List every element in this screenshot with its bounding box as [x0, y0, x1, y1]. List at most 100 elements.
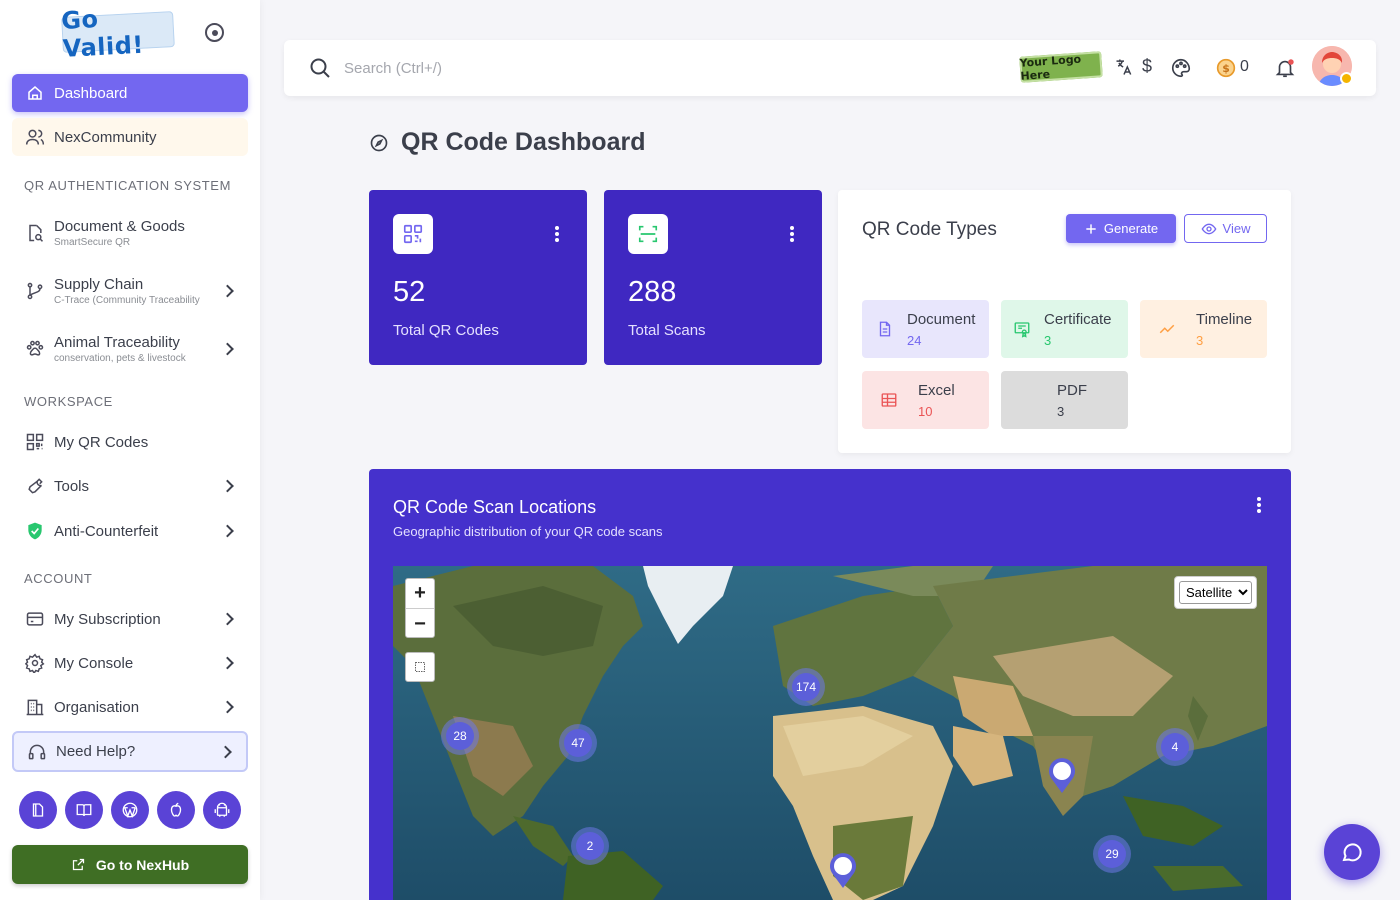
- chevron-right-icon: [221, 612, 234, 626]
- map-cluster[interactable]: 29: [1093, 835, 1131, 873]
- sidebar-item-label: Document & Goods: [54, 218, 185, 235]
- map-cluster[interactable]: 47: [559, 724, 597, 762]
- gear-icon: [24, 652, 46, 674]
- type-tile-document[interactable]: Document 24: [862, 300, 989, 358]
- sidebar-item-label: Anti-Counterfeit: [54, 522, 159, 540]
- map-subtitle: Geographic distribution of your QR code …: [393, 524, 663, 539]
- brand-logo[interactable]: Go Valid!: [61, 5, 175, 63]
- android-icon: [214, 802, 230, 817]
- translate-icon[interactable]: [1114, 57, 1134, 77]
- card-menu-icon[interactable]: [555, 226, 559, 242]
- wordpress-icon: [122, 802, 138, 818]
- section-header-workspace: WORKSPACE: [24, 394, 113, 409]
- cluster-count: 29: [1098, 840, 1126, 868]
- sidebar-item-label: NexCommunity: [54, 128, 157, 146]
- sidebar: Go Valid! Dashboard NexCommunity QR AUTH…: [0, 0, 260, 900]
- type-tile-excel[interactable]: Excel 10: [862, 371, 989, 429]
- trending-up-icon: [1158, 320, 1176, 343]
- quick-link-apple[interactable]: [157, 791, 195, 829]
- svg-text:$: $: [1222, 62, 1230, 75]
- go-to-nexhub-button[interactable]: Go to NexHub: [12, 845, 248, 884]
- search-icon[interactable]: [308, 56, 332, 85]
- map-cluster[interactable]: 174: [787, 668, 825, 706]
- certificate-icon: [1013, 320, 1031, 343]
- plus-icon: [1086, 223, 1096, 234]
- type-tile-certificate[interactable]: Certificate 3: [1001, 300, 1128, 358]
- sidebar-item-sublabel: SmartSecure QR: [54, 237, 131, 248]
- sidebar-collapse-icon[interactable]: [205, 23, 224, 42]
- qrcode-icon: [393, 214, 433, 254]
- quick-link-wordpress[interactable]: [111, 791, 149, 829]
- currency-selector[interactable]: $: [1142, 56, 1152, 77]
- cluster-count: 28: [446, 722, 474, 750]
- sidebar-item-document-goods[interactable]: Document & Goods SmartSecure QR: [12, 208, 248, 258]
- sidebar-item-sublabel: C-Trace (Community Traceability: [54, 295, 200, 306]
- type-tile-pdf[interactable]: PDF 3: [1001, 371, 1128, 429]
- chevron-right-icon: [219, 745, 232, 758]
- type-tile-timeline[interactable]: Timeline 3: [1140, 300, 1267, 358]
- chevron-right-icon: [221, 342, 234, 356]
- section-header-account: ACCOUNT: [24, 571, 93, 586]
- sidebar-item-console[interactable]: My Console: [12, 643, 248, 683]
- map-cluster[interactable]: 2: [571, 827, 609, 865]
- chat-button[interactable]: [1324, 824, 1380, 880]
- map-title: QR Code Scan Locations: [393, 497, 597, 517]
- book-open-icon: [32, 803, 44, 817]
- paw-icon: [24, 338, 46, 360]
- bell-icon[interactable]: [1274, 57, 1296, 79]
- stat-label: Total QR Codes: [393, 322, 499, 339]
- sidebar-item-organisation[interactable]: Organisation: [12, 687, 248, 727]
- your-logo-text: Your Logo Here: [1019, 52, 1082, 83]
- view-button[interactable]: View: [1184, 214, 1267, 243]
- sidebar-item-dashboard[interactable]: Dashboard: [12, 74, 248, 112]
- sidebar-item-help[interactable]: Need Help?: [12, 731, 248, 772]
- type-count: 3: [1044, 333, 1052, 348]
- map-layer-control: Satellite: [1174, 576, 1257, 609]
- coin-icon[interactable]: $: [1216, 58, 1236, 78]
- sidebar-item-animal-traceability[interactable]: Animal Traceability conservation, pets &…: [12, 324, 248, 374]
- git-branch-icon: [24, 280, 46, 302]
- quick-link-docs[interactable]: [19, 791, 57, 829]
- type-count: 3: [1196, 333, 1204, 348]
- scan-icon: [628, 214, 668, 254]
- map-layer-select[interactable]: Satellite: [1179, 581, 1252, 604]
- users-icon: [24, 126, 46, 148]
- map-pin-icon[interactable]: [828, 851, 858, 889]
- sidebar-item-subscription[interactable]: My Subscription: [12, 599, 248, 639]
- map-cluster[interactable]: 28: [441, 717, 479, 755]
- quick-link-android[interactable]: [203, 791, 241, 829]
- your-logo-placeholder: Your Logo Here: [1019, 51, 1103, 83]
- world-map[interactable]: + − Satellite 28 47 174 4 2 29: [393, 566, 1267, 900]
- search-input[interactable]: [344, 54, 744, 82]
- page-title-text: QR Code Dashboard: [401, 128, 646, 156]
- map-menu-icon[interactable]: [1257, 497, 1261, 515]
- credit-card-icon: [24, 608, 46, 630]
- palette-icon[interactable]: [1170, 57, 1192, 79]
- sidebar-item-anti-counterfeit[interactable]: Anti-Counterfeit: [12, 511, 248, 551]
- eye-icon: [1201, 223, 1216, 234]
- generate-button[interactable]: Generate: [1066, 214, 1176, 243]
- sidebar-item-label: My QR Codes: [54, 433, 149, 451]
- wrench-icon: [24, 475, 46, 497]
- sidebar-item-community[interactable]: NexCommunity: [12, 118, 248, 156]
- card-menu-icon[interactable]: [790, 226, 794, 242]
- zoom-in-button[interactable]: +: [406, 579, 434, 609]
- map-tiles: [393, 566, 1267, 900]
- sidebar-item-my-qr-codes[interactable]: My QR Codes: [12, 422, 248, 462]
- stat-card-total-qr: 52 Total QR Codes: [369, 190, 587, 365]
- map-pin-icon[interactable]: [1047, 756, 1077, 794]
- chevron-right-icon: [221, 479, 234, 493]
- zoom-out-button[interactable]: −: [406, 609, 434, 639]
- chevron-right-icon: [221, 656, 234, 670]
- topbar: Your Logo Here $ $ 0: [284, 40, 1376, 96]
- quick-link-guide[interactable]: [65, 791, 103, 829]
- map-cluster[interactable]: 4: [1156, 728, 1194, 766]
- sidebar-item-tools[interactable]: Tools: [12, 466, 248, 506]
- zoom-controls: + −: [405, 578, 435, 638]
- view-label: View: [1222, 221, 1251, 236]
- fullscreen-icon[interactable]: [405, 652, 435, 682]
- sidebar-item-supply-chain[interactable]: Supply Chain C-Trace (Community Traceabi…: [12, 266, 248, 316]
- chevron-right-icon: [221, 524, 234, 538]
- sidebar-item-label: My Console: [54, 654, 134, 672]
- type-count: 24: [907, 333, 922, 348]
